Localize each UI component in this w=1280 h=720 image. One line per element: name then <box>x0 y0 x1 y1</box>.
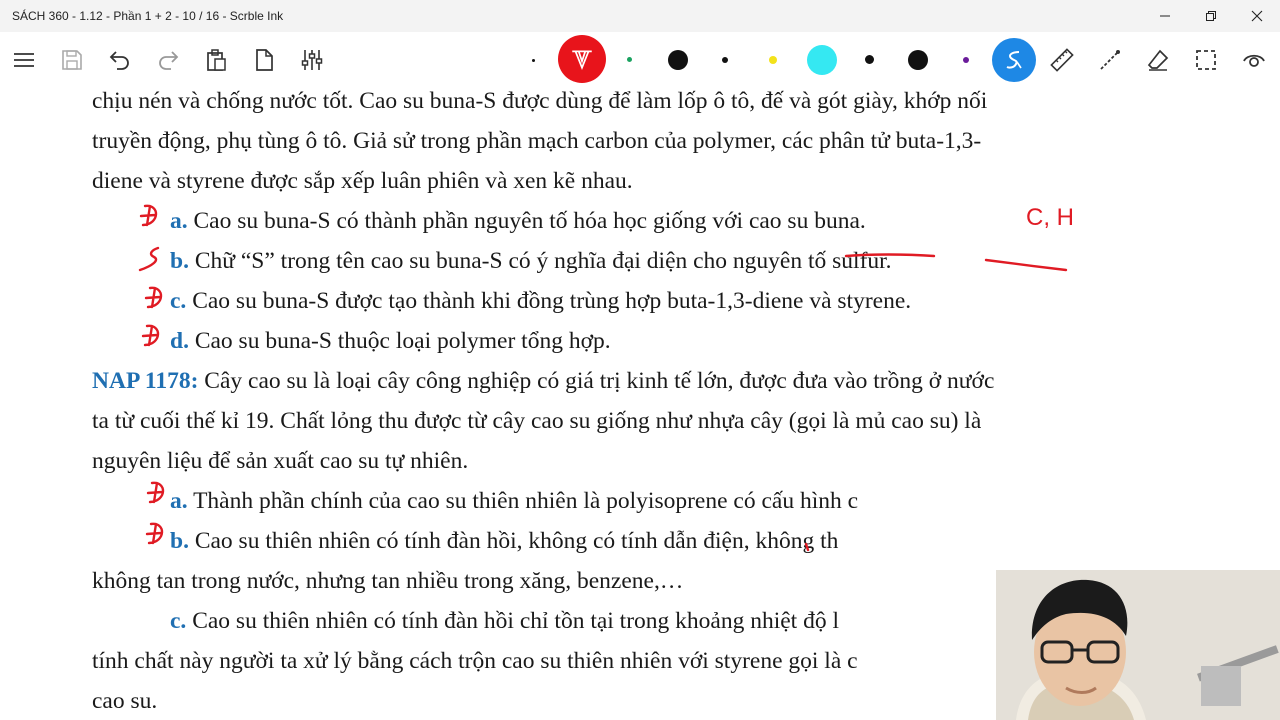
statement-q1-c: c. Cao su buna-S được tạo thành khi đồng… <box>170 288 911 315</box>
statement-text: Cao su thiên nhiên có tính đàn hồi, khôn… <box>194 528 839 554</box>
color-cyan[interactable] <box>807 45 837 75</box>
ink-mark-true-q2a <box>146 481 165 504</box>
select-button[interactable] <box>1186 40 1226 80</box>
ruler-button[interactable] <box>1042 40 1082 80</box>
settings-button[interactable] <box>292 40 332 80</box>
pen-icon <box>572 50 592 71</box>
statement-label: b. <box>170 528 189 554</box>
ruler-icon <box>1050 48 1074 72</box>
view-icon <box>1243 54 1265 67</box>
presenter-image <box>996 570 1280 720</box>
statement-text: Thành phần chính của cao su thiên nhiên … <box>193 488 859 514</box>
pen-tool-button[interactable] <box>558 35 606 83</box>
size-dot-tiny[interactable] <box>532 59 535 62</box>
statement-q2-a: a. Thành phần chính của cao su thiên nhi… <box>170 488 858 515</box>
paragraph-line: không tan trong nước, nhưng tan nhiều tr… <box>92 568 684 594</box>
eraser-icon <box>1147 49 1169 71</box>
statement-label: d. <box>170 328 189 354</box>
paragraph-line: diene và styrene được sắp xếp luân phiên… <box>92 168 633 194</box>
ink-mark-false-q1b <box>138 246 160 272</box>
question-text: Cây cao su là loại cây công nghiệp có gi… <box>204 368 995 394</box>
restore-button[interactable] <box>1188 0 1234 32</box>
toolbar <box>0 32 1280 88</box>
redo-icon <box>159 51 179 70</box>
line-tool-button[interactable] <box>1090 40 1130 80</box>
color-black-large[interactable] <box>668 50 688 70</box>
ink-mark-true-q1d <box>141 324 160 347</box>
ink-mark-true-q2b <box>145 522 164 545</box>
window-title: SÁCH 360 - 1.12 - Phần 1 + 2 - 10 / 16 -… <box>12 9 284 23</box>
view-button[interactable] <box>1234 40 1274 80</box>
ink-mark-true-q1a <box>139 204 158 227</box>
paragraph-line: cao su. <box>92 688 158 714</box>
color-yellow[interactable] <box>769 56 777 64</box>
save-button[interactable] <box>52 40 92 80</box>
statement-text: Cao su buna-S có thành phần nguyên tố hó… <box>193 208 866 234</box>
statement-label: c. <box>170 608 187 634</box>
statement-text: Cao su buna-S thuộc loại polymer tổng hợ… <box>194 328 611 354</box>
save-icon <box>62 50 82 70</box>
statement-q1-d: d. Cao su buna-S thuộc loại polymer tổng… <box>170 328 611 355</box>
statement-q2-c: c. Cao su thiên nhiên có tính đàn hồi ch… <box>170 608 839 635</box>
clipboard-button[interactable] <box>196 40 236 80</box>
paragraph-line: chịu nén và chống nước tốt. Cao su buna-… <box>92 88 988 114</box>
undo-button[interactable] <box>100 40 140 80</box>
question-nap-1178: NAP 1178: Cây cao su là loại cây công ng… <box>92 368 994 395</box>
undo-icon <box>109 51 129 70</box>
statement-label: c. <box>170 288 187 314</box>
close-button[interactable] <box>1234 0 1280 32</box>
page-icon <box>256 49 273 71</box>
sliders-icon <box>301 50 323 70</box>
color-black-small[interactable] <box>722 57 728 63</box>
ink-note-q1a: C, H <box>1026 204 1074 231</box>
statement-label: a. <box>170 488 188 514</box>
webcam-overlay <box>996 570 1280 720</box>
ink-strike-sulfur <box>984 258 1068 272</box>
size-dot-medium[interactable] <box>865 55 874 64</box>
statement-text: Cao su thiên nhiên có tính đàn hồi chỉ t… <box>192 608 839 634</box>
ink-mark-true-q1c <box>144 286 163 309</box>
eraser-button[interactable] <box>1138 40 1178 80</box>
statement-q1-b: b. Chữ “S” trong tên cao su buna-S có ý … <box>170 248 892 275</box>
statement-q1-a: a. Cao su buna-S có thành phần nguyên tố… <box>170 208 866 235</box>
minimize-button[interactable] <box>1142 0 1188 32</box>
select-icon <box>1196 50 1216 70</box>
redo-button[interactable] <box>148 40 188 80</box>
clipboard-icon <box>207 49 226 71</box>
statement-text: Chữ “S” trong tên cao su buna-S có ý ngh… <box>194 248 892 274</box>
color-purple[interactable] <box>963 57 969 63</box>
window-controls <box>1142 0 1280 32</box>
color-green-small[interactable] <box>627 57 632 62</box>
paragraph-line: truyền động, phụ tùng ô tô. Giả sử trong… <box>92 128 982 154</box>
menu-icon <box>14 53 34 67</box>
smart-ink-button[interactable] <box>992 38 1036 82</box>
title-bar: SÁCH 360 - 1.12 - Phần 1 + 2 - 10 / 16 -… <box>0 0 1280 32</box>
question-heading: NAP 1178: <box>92 368 199 394</box>
paragraph-line: nguyên liệu để sản xuất cao su tự nhiên. <box>92 448 469 474</box>
menu-button[interactable] <box>4 40 44 80</box>
statement-label: b. <box>170 248 189 274</box>
minimize-icon <box>1160 15 1170 17</box>
restore-icon <box>1206 11 1216 21</box>
close-icon <box>1251 10 1263 22</box>
size-dot-large[interactable] <box>908 50 928 70</box>
smart-ink-icon <box>1006 51 1022 69</box>
new-page-button[interactable] <box>244 40 284 80</box>
statement-q2-b: b. Cao su thiên nhiên có tính đàn hồi, k… <box>170 528 838 555</box>
statement-label: a. <box>170 208 188 234</box>
statement-text: Cao su buna-S được tạo thành khi đồng tr… <box>192 288 912 314</box>
paragraph-line: tính chất này người ta xử lý bằng cách t… <box>92 648 858 674</box>
line-icon <box>1100 50 1120 70</box>
paragraph-line: ta từ cuối thế kỉ 19. Chất lỏng thu được… <box>92 408 982 434</box>
